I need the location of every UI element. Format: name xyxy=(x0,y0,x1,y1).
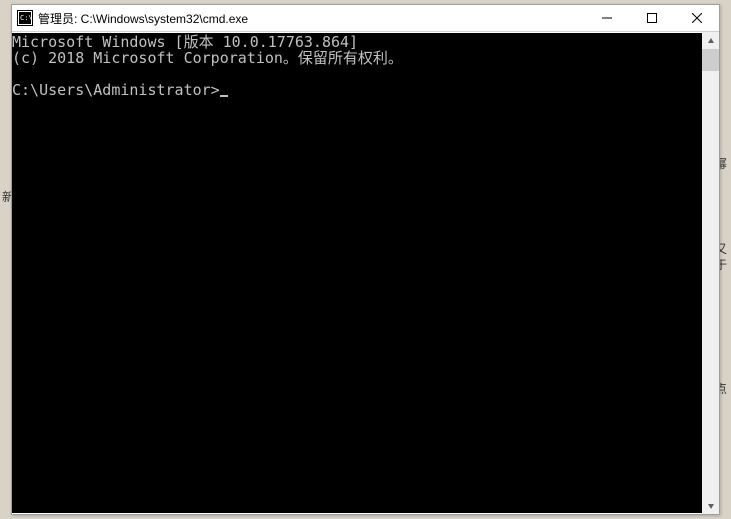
maximize-button[interactable] xyxy=(629,5,674,31)
console-output[interactable]: Microsoft Windows [版本 10.0.17763.864] (c… xyxy=(12,33,702,513)
window-title: 管理员: C:\Windows\system32\cmd.exe xyxy=(38,10,584,27)
scroll-up-button[interactable] xyxy=(702,32,719,49)
cmd-window: C:\ 管理员: C:\Windows\system32\cmd.exe Mic… xyxy=(11,4,720,515)
prompt: C:\Users\Administrator> xyxy=(12,81,220,99)
console-line: (c) 2018 Microsoft Corporation。保留所有权利。 xyxy=(12,49,403,67)
window-controls xyxy=(584,5,719,31)
scroll-down-button[interactable] xyxy=(702,497,719,514)
scroll-track[interactable] xyxy=(702,49,719,497)
vertical-scrollbar[interactable] xyxy=(702,32,719,514)
svg-text:C:\: C:\ xyxy=(20,14,33,22)
minimize-button[interactable] xyxy=(584,5,629,31)
cursor xyxy=(220,95,228,97)
scroll-thumb[interactable] xyxy=(702,49,719,71)
titlebar[interactable]: C:\ 管理员: C:\Windows\system32\cmd.exe xyxy=(12,5,719,32)
cmd-icon: C:\ xyxy=(17,10,33,26)
client-area: Microsoft Windows [版本 10.0.17763.864] (c… xyxy=(12,32,719,514)
close-button[interactable] xyxy=(674,5,719,31)
